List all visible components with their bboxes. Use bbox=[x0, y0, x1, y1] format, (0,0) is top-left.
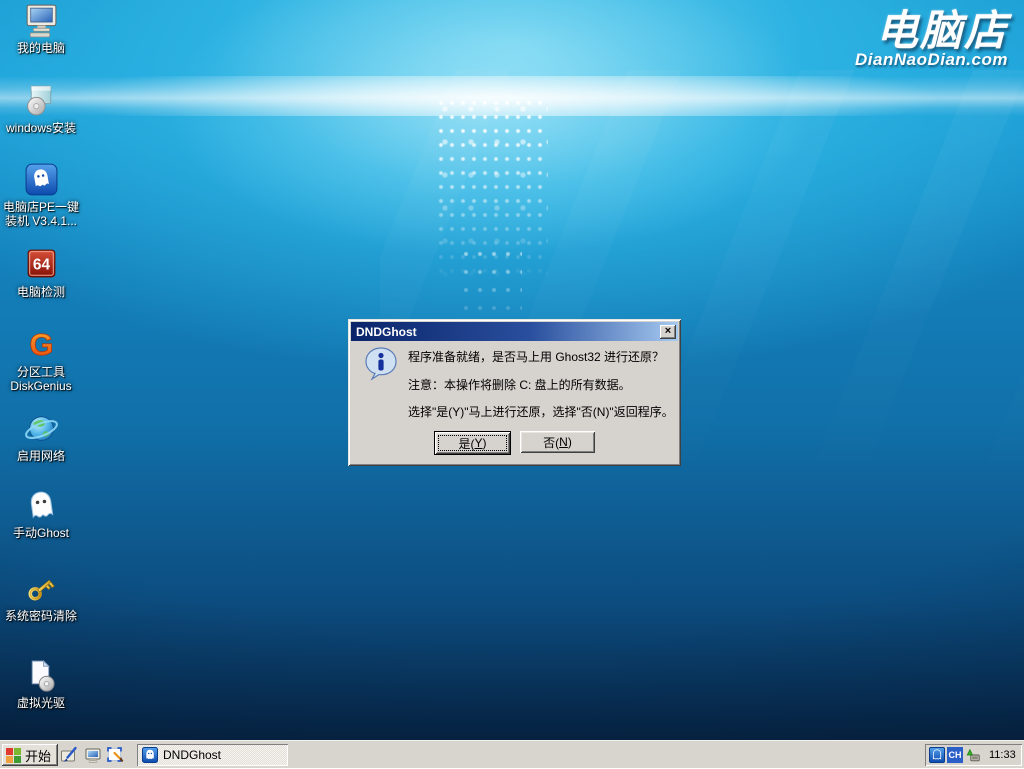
svg-text:G: G bbox=[29, 327, 53, 362]
desktop-icon-windows-install[interactable]: windows安装 bbox=[0, 82, 82, 136]
display-icon[interactable] bbox=[84, 746, 102, 764]
desktop-icon-enable-network[interactable]: 启用网络 bbox=[0, 410, 82, 464]
dndghost-dialog: DNDGhost × 程序准备就绪，是否马上用 Ghost32 进行还原？ 注意… bbox=[348, 319, 681, 466]
desktop-icon-label: 电脑店PE一键 装机 V3.4.1... bbox=[3, 201, 79, 229]
taskbar-task-dndghost[interactable]: DNDGhost bbox=[137, 744, 288, 766]
desktop-icon-label: 我的电脑 bbox=[17, 42, 65, 56]
ghost-icon bbox=[23, 487, 60, 524]
clock: 11:33 bbox=[989, 749, 1016, 761]
desktop-icon-label: 电脑检测 bbox=[17, 286, 65, 300]
aida64-icon: 64 bbox=[23, 246, 60, 283]
no-button[interactable]: 否(N) bbox=[520, 431, 595, 453]
dialog-message-line1: 程序准备就绪，是否马上用 Ghost32 进行还原？ bbox=[408, 348, 664, 365]
start-logo-icon bbox=[6, 748, 21, 763]
diskgenius-icon: G bbox=[23, 326, 60, 363]
no-button-accelerator: N bbox=[559, 435, 568, 449]
virtual-cdrom-icon bbox=[23, 657, 60, 694]
desktop-icon-computer-check[interactable]: 64 电脑检测 bbox=[0, 246, 82, 300]
brand-logo-title: 电脑店 bbox=[855, 8, 1008, 54]
desktop-wallpaper: 电脑店 DianNaoDian.com 我的电脑 windows安装 bbox=[0, 0, 1024, 768]
remove-hardware-icon[interactable] bbox=[965, 747, 981, 763]
dialog-button-row: 是(Y) 否(N) bbox=[348, 431, 681, 455]
windows-install-icon bbox=[23, 82, 60, 119]
no-button-label-end: ) bbox=[568, 435, 572, 449]
close-button[interactable]: × bbox=[660, 325, 676, 339]
dialog-message-line2: 注意：本操作将删除 C: 盘上的所有数据。 bbox=[408, 376, 631, 393]
ghost-task-icon bbox=[142, 747, 158, 763]
desktop-icon-label: windows安装 bbox=[6, 122, 76, 136]
yes-button-label-end: ) bbox=[483, 436, 487, 450]
desktop-icon-diskgenius[interactable]: G 分区工具 DiskGenius bbox=[0, 326, 82, 394]
desktop-icon-password-clear[interactable]: 系统密码清除 bbox=[0, 570, 82, 624]
start-button-label: 开始 bbox=[25, 746, 51, 765]
desktop-icon-label: 手动Ghost bbox=[13, 527, 69, 541]
key-icon bbox=[23, 570, 60, 607]
brand-logo-domain: DianNaoDian.com bbox=[855, 50, 1008, 70]
dialog-message-line3: 选择"是(Y)"马上进行还原，选择"否(N)"返回程序。 bbox=[408, 403, 674, 420]
desktop-icon-manual-ghost[interactable]: 手动Ghost bbox=[0, 487, 82, 541]
desktop-icon-pe-one-key-install[interactable]: 电脑店PE一键 装机 V3.4.1... bbox=[0, 161, 82, 229]
info-icon bbox=[363, 346, 399, 382]
desktop-icon-label: 虚拟光驱 bbox=[17, 697, 65, 711]
tray-ghost-icon[interactable] bbox=[929, 747, 945, 763]
screen-capture-icon[interactable] bbox=[106, 746, 124, 764]
pe-ghost-tile-icon bbox=[23, 161, 60, 198]
yes-button[interactable]: 是(Y) bbox=[434, 431, 511, 455]
taskbar: 开始 DNDGhost bbox=[0, 740, 1024, 768]
close-icon: × bbox=[665, 326, 671, 337]
dialog-title: DNDGhost bbox=[356, 325, 660, 339]
system-tray: CH 11:33 bbox=[925, 744, 1022, 766]
desktop-icon-label: 系统密码清除 bbox=[5, 610, 77, 624]
show-desktop-icon[interactable] bbox=[60, 746, 78, 764]
desktop-icon-label: 启用网络 bbox=[17, 450, 65, 464]
no-button-label: 否( bbox=[543, 434, 559, 451]
desktop-icon-my-computer[interactable]: 我的电脑 bbox=[0, 2, 82, 56]
yes-button-label: 是( bbox=[458, 435, 474, 452]
yes-button-accelerator: Y bbox=[474, 436, 482, 450]
start-button[interactable]: 开始 bbox=[2, 744, 58, 766]
svg-text:64: 64 bbox=[32, 257, 50, 274]
network-globe-icon bbox=[23, 410, 60, 447]
brand-logo: 电脑店 DianNaoDian.com bbox=[855, 8, 1008, 70]
input-language-indicator[interactable]: CH bbox=[947, 747, 963, 763]
desktop-icon-virtual-cdrom[interactable]: 虚拟光驱 bbox=[0, 657, 82, 711]
dialog-titlebar[interactable]: DNDGhost × bbox=[351, 322, 678, 341]
task-button-label: DNDGhost bbox=[163, 748, 221, 762]
my-computer-icon bbox=[23, 2, 60, 39]
desktop-icon-label: 分区工具 DiskGenius bbox=[10, 366, 71, 394]
